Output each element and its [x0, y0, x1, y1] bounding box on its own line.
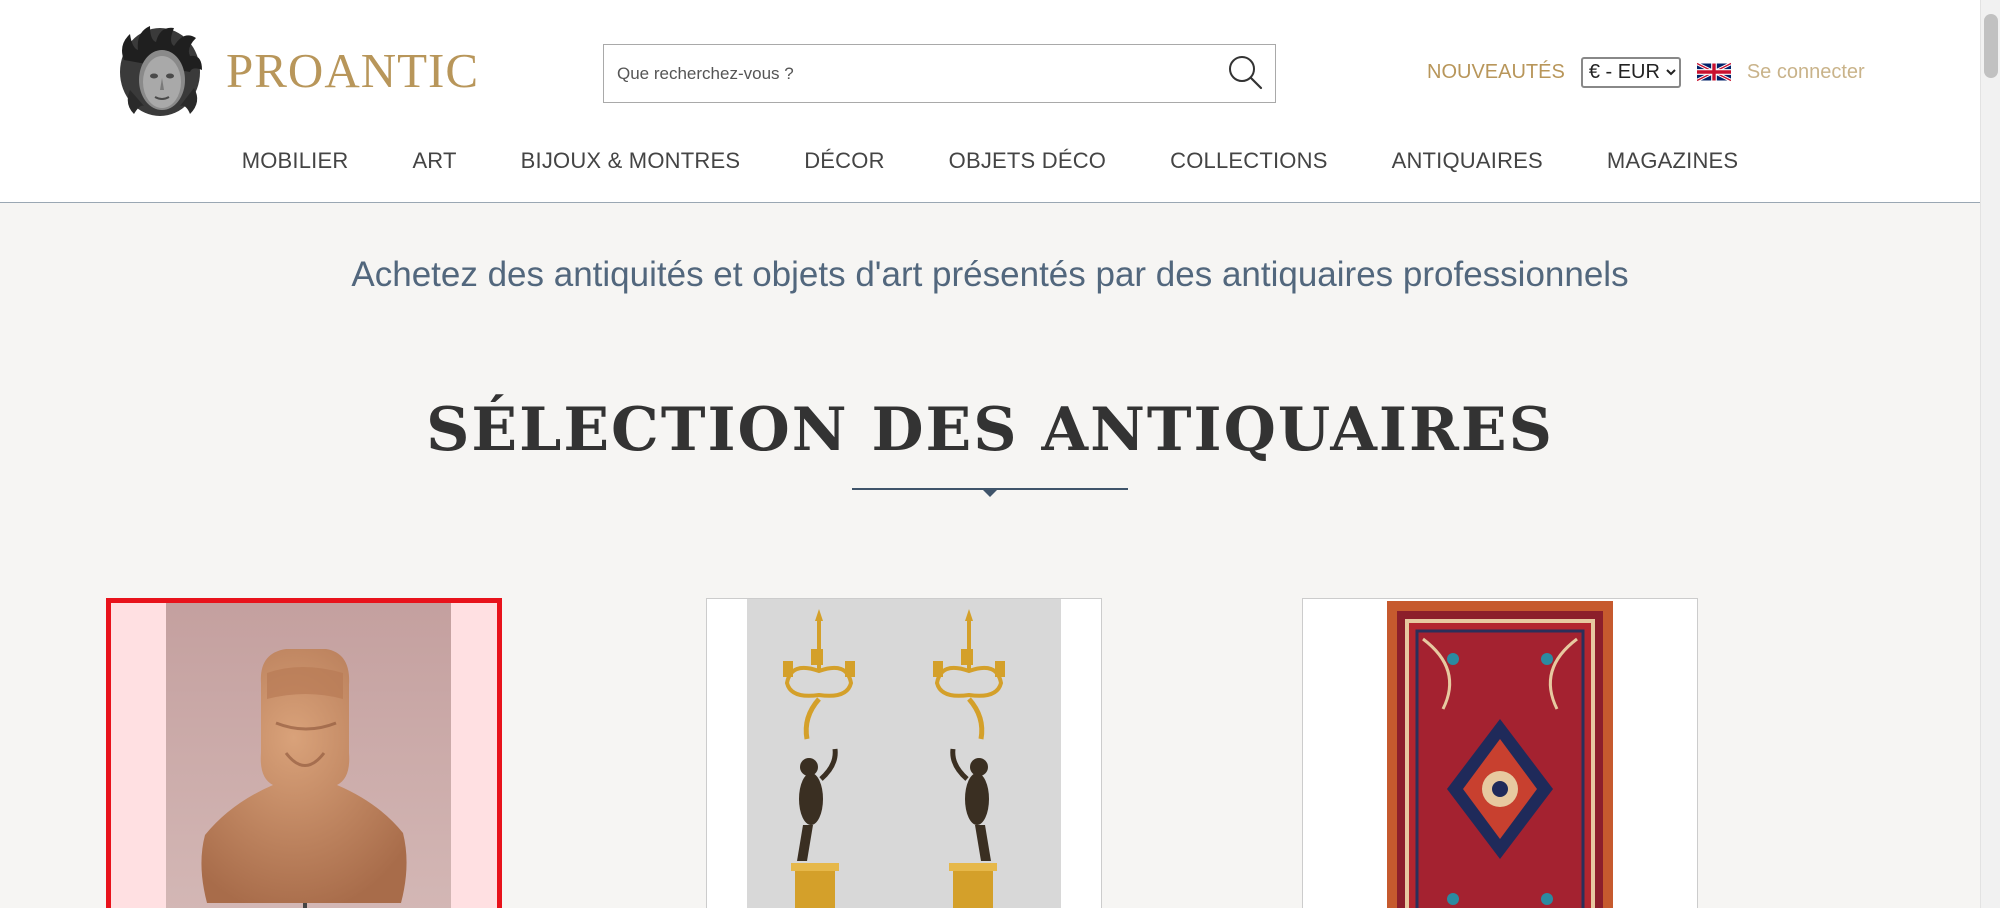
header-actions: NOUVEAUTÉS € - EUR Se connecter — [1427, 56, 1865, 88]
product-card-bust[interactable] — [106, 598, 502, 908]
main-nav: MOBILIER ART BIJOUX & MONTRES DÉCOR OBJE… — [0, 148, 1980, 174]
title-caret — [982, 489, 998, 497]
product-card-rug[interactable] — [1302, 598, 1698, 908]
search-input[interactable] — [604, 45, 1204, 102]
product-card-candelabra[interactable] — [706, 598, 1102, 908]
persian-rug-image — [1303, 599, 1697, 908]
section-title: SÉLECTION DES ANTIQUAIRES — [426, 395, 1554, 465]
nav-item-bijoux-montres[interactable]: BIJOUX & MONTRES — [489, 148, 773, 174]
logo-text: PROANTIC — [226, 42, 480, 98]
search-icon[interactable] — [1225, 52, 1265, 92]
site-header: PROANTIC NOUVEAUTÉS € - EUR Se connecter… — [0, 0, 1980, 203]
nav-item-objets-deco[interactable]: OBJETS DÉCO — [917, 148, 1138, 174]
login-link[interactable]: Se connecter — [1747, 61, 1865, 84]
nav-item-mobilier[interactable]: MOBILIER — [210, 148, 381, 174]
terracotta-bust-image — [111, 603, 497, 908]
nav-item-collections[interactable]: COLLECTIONS — [1138, 148, 1359, 174]
nav-item-art[interactable]: ART — [380, 148, 488, 174]
uk-flag-icon[interactable] — [1696, 59, 1731, 85]
nouveautes-link[interactable]: NOUVEAUTÉS — [1427, 61, 1565, 84]
nav-item-magazines[interactable]: MAGAZINES — [1575, 148, 1770, 174]
tagline: Achetez des antiquités et objets d'art p… — [351, 255, 1629, 294]
search-box — [603, 44, 1276, 103]
page-scrollbar[interactable] — [1980, 0, 2000, 908]
nav-item-antiquaires[interactable]: ANTIQUAIRES — [1360, 148, 1575, 174]
gilt-bronze-candelabra-image — [707, 599, 1101, 908]
nav-item-decor[interactable]: DÉCOR — [772, 148, 916, 174]
currency-select[interactable]: € - EUR — [1580, 56, 1681, 88]
logo[interactable]: PROANTIC — [110, 20, 479, 120]
medusa-head-logo-icon — [120, 26, 202, 116]
scrollbar-thumb[interactable] — [1984, 14, 1998, 78]
